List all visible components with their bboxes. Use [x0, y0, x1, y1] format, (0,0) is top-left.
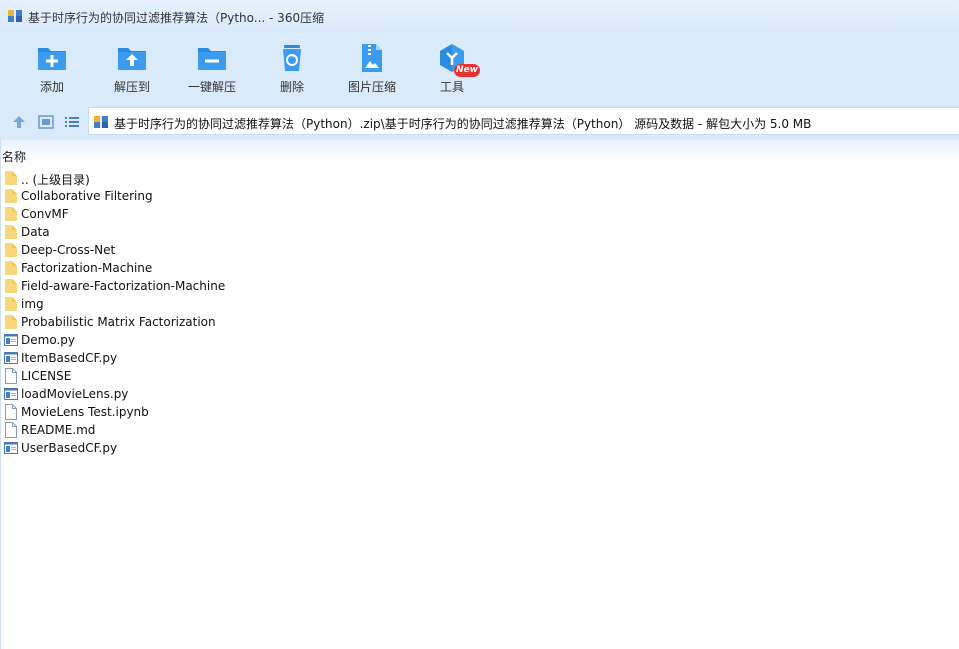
folder-icon — [5, 189, 17, 203]
list-item[interactable]: LICENSE — [3, 367, 403, 385]
list-item[interactable]: .. (上级目录) — [3, 169, 403, 187]
file-name: LICENSE — [21, 369, 72, 383]
file-icon — [5, 422, 17, 438]
title-bar: 基于时序行为的协同过滤推荐算法（Pytho... - 360压缩 — [0, 0, 959, 32]
file-name: .. (上级目录) — [21, 173, 90, 187]
extract-to-icon — [118, 48, 146, 70]
list-item[interactable]: Demo.py — [3, 331, 403, 349]
file-name: Demo.py — [21, 333, 75, 347]
up-arrow-icon[interactable] — [11, 114, 27, 130]
path-field[interactable]: 基于时序行为的协同过滤推荐算法（Python）.zip\基于时序行为的协同过滤推… — [88, 107, 959, 135]
file-name: Factorization-Machine — [21, 261, 153, 275]
extract-to-button[interactable]: 解压到 — [94, 38, 170, 98]
folder-icon — [5, 225, 17, 239]
image-compress-label: 图片压缩 — [347, 80, 396, 94]
archive-file-icon — [94, 116, 108, 128]
file-name: Field-aware-Factorization-Machine — [21, 279, 226, 293]
recycle-bin-icon — [283, 45, 301, 71]
tools-label: 工具 — [439, 80, 464, 94]
one-click-extract-label: 一键解压 — [187, 80, 236, 94]
file-name: ConvMF — [21, 207, 69, 221]
folder-icon — [5, 261, 17, 275]
window-title: 基于时序行为的协同过滤推荐算法（Pytho... - 360压缩 — [28, 11, 325, 25]
folder-icon — [5, 207, 17, 221]
file-name: UserBasedCF.py — [21, 441, 118, 455]
list-header-background — [0, 140, 959, 162]
archive-app-icon — [8, 10, 22, 22]
add-button[interactable]: 添加 — [14, 38, 90, 98]
folder-icon — [5, 171, 17, 185]
file-name: MovieLens Test.ipynb — [21, 405, 149, 419]
list-item[interactable]: Collaborative Filtering — [3, 187, 403, 205]
file-name: loadMovieLens.py — [21, 387, 129, 401]
list-item[interactable]: loadMovieLens.py — [3, 385, 403, 403]
file-name: ItemBasedCF.py — [21, 351, 118, 365]
list-left-border — [0, 140, 1, 649]
one-click-extract-icon — [198, 48, 226, 70]
path-text: 基于时序行为的协同过滤推荐算法（Python）.zip\基于时序行为的协同过滤推… — [114, 117, 812, 131]
list-item[interactable]: Field-aware-Factorization-Machine — [3, 277, 403, 295]
list-item[interactable]: Data — [3, 223, 403, 241]
list-view-icon[interactable] — [64, 114, 80, 130]
folder-icon — [5, 297, 17, 311]
extract-to-label: 解压到 — [113, 80, 150, 94]
list-item[interactable]: Factorization-Machine — [3, 259, 403, 277]
list-item[interactable]: img — [3, 295, 403, 313]
file-name: Data — [21, 225, 50, 239]
file-name: Collaborative Filtering — [21, 189, 153, 203]
file-icon — [5, 368, 17, 384]
one-click-extract-button[interactable]: 一键解压 — [174, 38, 250, 98]
file-name: Probabilistic Matrix Factorization — [21, 315, 216, 329]
python-file-icon — [4, 334, 18, 346]
python-file-icon — [4, 352, 18, 364]
list-item[interactable]: ConvMF — [3, 205, 403, 223]
file-rows: .. (上级目录) Collaborative Filtering ConvMF Da… — [3, 169, 403, 457]
delete-label: 删除 — [279, 80, 304, 94]
new-badge: New — [454, 64, 480, 77]
address-bar: 基于时序行为的协同过滤推荐算法（Python）.zip\基于时序行为的协同过滤推… — [0, 102, 959, 140]
list-item[interactable]: UserBasedCF.py — [3, 439, 403, 457]
python-file-icon — [4, 388, 18, 400]
folder-icon — [5, 243, 17, 257]
folder-icon — [5, 279, 17, 293]
file-name: Deep-Cross-Net — [21, 243, 116, 257]
image-compress-button[interactable]: 图片压缩 — [334, 38, 410, 98]
delete-button[interactable]: 删除 — [254, 38, 330, 98]
python-file-icon — [4, 442, 18, 454]
toolbar: 添加 解压到 一键解压 删除 图片压缩 工具 New — [0, 32, 959, 102]
folder-icon — [5, 315, 17, 329]
file-icon — [5, 404, 17, 420]
list-item[interactable]: Probabilistic Matrix Factorization — [3, 313, 403, 331]
list-item[interactable]: Deep-Cross-Net — [3, 241, 403, 259]
column-header-name[interactable]: 名称 — [2, 148, 26, 165]
list-item[interactable]: README.md — [3, 421, 403, 439]
file-name: img — [21, 297, 44, 311]
list-item[interactable]: MovieLens Test.ipynb — [3, 403, 403, 421]
thumbnail-view-icon[interactable] — [38, 114, 54, 130]
add-icon — [38, 48, 66, 70]
file-name: README.md — [21, 423, 96, 437]
add-label: 添加 — [39, 80, 64, 94]
list-item[interactable]: ItemBasedCF.py — [3, 349, 403, 367]
image-compress-icon — [362, 44, 382, 72]
